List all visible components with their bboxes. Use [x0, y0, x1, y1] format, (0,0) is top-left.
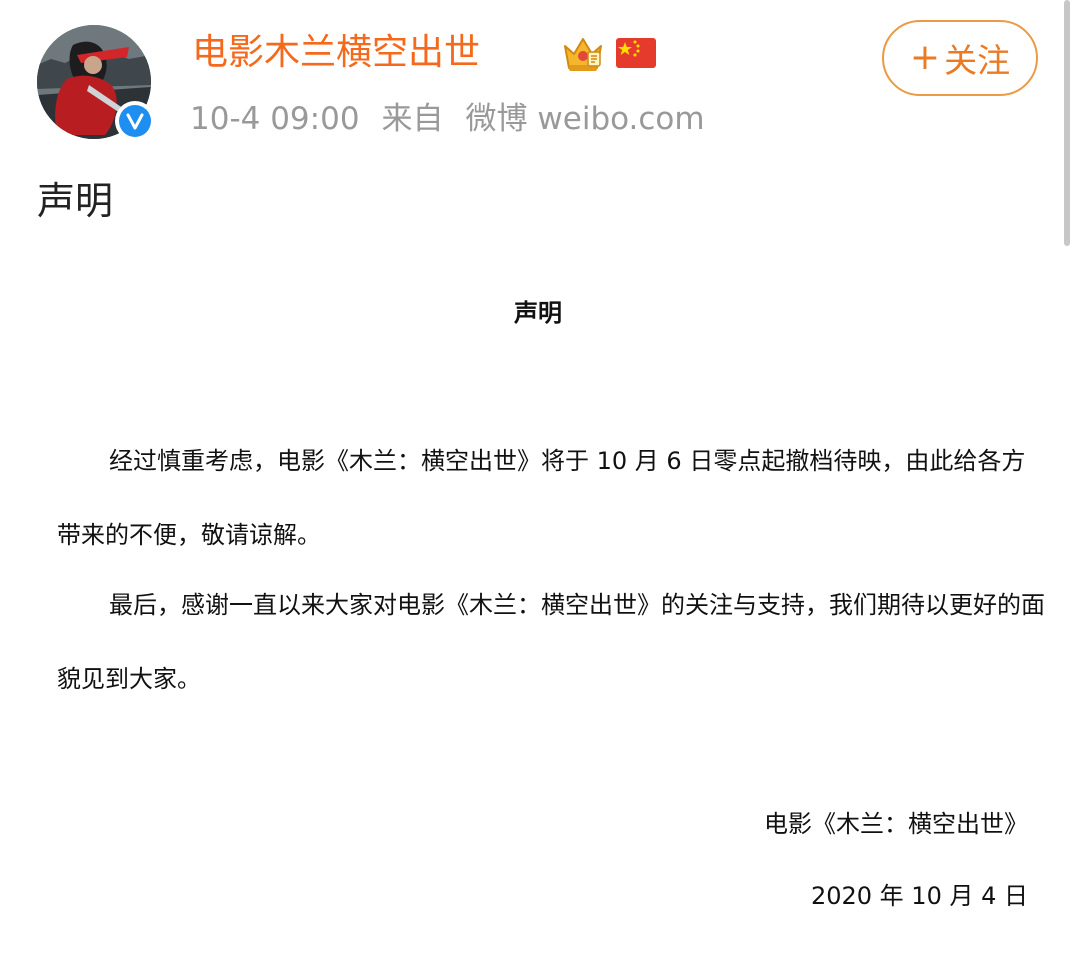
- china-flag-icon: [615, 36, 657, 70]
- statement-title: 声明: [514, 299, 562, 327]
- post-time[interactable]: 10-4 09:00: [190, 101, 360, 137]
- statement-paragraph: 最后，感谢一直以来大家对电影《木兰：横空出世》的关注与支持，我们期待以更好的面貌…: [57, 568, 1047, 716]
- scrollbar[interactable]: [1064, 0, 1070, 246]
- statement-paragraph-text: 经过慎重考虑，电影《木兰：横空出世》将于 10 月 6 日零点起撤档待映，由此给…: [57, 447, 1026, 549]
- follow-label: 关注: [944, 41, 1011, 80]
- verified-badge-icon: [119, 105, 151, 137]
- crown-icon: [560, 34, 606, 74]
- statement-paragraph-text: 最后，感谢一直以来大家对电影《木兰：横空出世》的关注与支持，我们期待以更好的面貌…: [57, 591, 1045, 693]
- source-prefix: 来自: [381, 101, 444, 137]
- statement-paragraph: 经过慎重考虑，电影《木兰：横空出世》将于 10 月 6 日零点起撤档待映，由此给…: [57, 424, 1047, 572]
- statement-date: 2020 年 10 月 4 日: [810, 882, 1028, 910]
- post-source[interactable]: 微博 weibo.com: [466, 101, 705, 137]
- verified-badge: [115, 101, 155, 141]
- post-meta: 10-4 09:00 来自 微博 weibo.com: [190, 100, 705, 138]
- account-name[interactable]: 电影木兰横空出世: [192, 30, 480, 76]
- follow-button[interactable]: + 关注: [882, 20, 1038, 96]
- plus-icon: +: [909, 37, 941, 78]
- post-text: 声明: [37, 179, 114, 223]
- statement-signature: 电影《木兰：横空出世》: [764, 810, 1028, 838]
